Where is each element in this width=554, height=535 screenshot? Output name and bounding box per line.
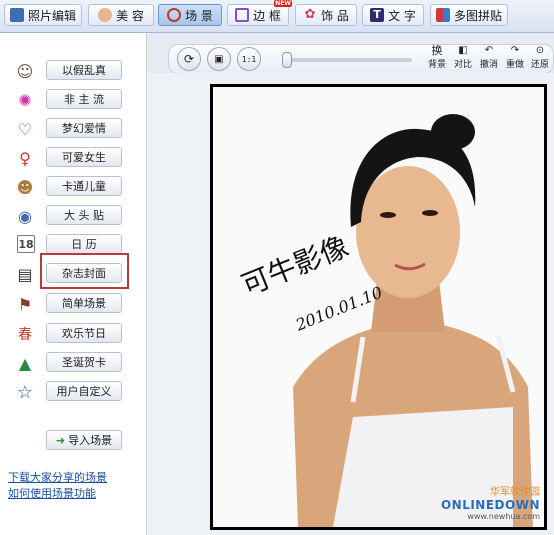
photo-preview[interactable]: 可牛影像 2010.01.10 华军软件园 ONLINEDOWN www.new… (210, 84, 547, 530)
compare-button[interactable]: ◧ 对比 (451, 45, 475, 73)
undo-icon: ↶ (484, 45, 494, 56)
zoom-slider-track[interactable] (288, 58, 412, 62)
tab-scene[interactable]: 场 景 (158, 4, 222, 26)
monitor-icon: ▣ (214, 53, 224, 65)
reset-label: 还原 (530, 60, 549, 70)
watermark-line-1: 华军软件园 (490, 487, 540, 498)
sidebar-item-christmas[interactable]: ▲ 圣诞贺卡 (0, 350, 146, 376)
scene-icon (167, 8, 182, 22)
magazine-icon: ▤ (17, 264, 33, 284)
rotate-icon: ⟳ (183, 52, 195, 66)
text-icon: T (370, 8, 385, 22)
top-tab-bar: 照片编辑 美 容 场 景 边 框 NEW ✿ 饰 品 T 文 字 多图拼贴 (0, 0, 554, 33)
tab-label: 饰 品 (321, 8, 349, 23)
star-icon: ☆ (16, 381, 34, 403)
redo-button[interactable]: ↷ 重做 (503, 45, 527, 73)
sidebar-button[interactable]: 可爱女生 (46, 147, 122, 167)
sidebar-button[interactable]: 卡通儿童 (46, 176, 122, 196)
watermark-line-2: ONLINEDOWN (440, 498, 540, 512)
sidebar-item-nonmainstream[interactable]: ✺ 非 主 流 (0, 87, 146, 113)
swap-label: 换 (431, 44, 443, 57)
swap-background-button[interactable]: 换 背景 (425, 45, 449, 73)
compare-icon: ◧ (458, 45, 468, 56)
actual-size-icon: 1:1 (241, 54, 257, 64)
sidebar-item-festival[interactable]: 春 欢乐节日 (0, 321, 146, 347)
tab-photo-edit[interactable]: 照片编辑 (4, 4, 82, 26)
nonmainstream-icon: ✺ (18, 90, 32, 110)
fit-screen-button[interactable]: ▣ (207, 47, 231, 71)
how-to-use-link[interactable]: 如何使用场景功能 (8, 486, 107, 502)
heart-icon: ♡ (17, 119, 33, 139)
sidebar-button[interactable]: 梦幻爱情 (46, 118, 122, 138)
undo-label: 撤消 (479, 60, 498, 70)
sidebar-button[interactable]: 圣诞贺卡 (46, 352, 122, 372)
calendar-icon: 18 (17, 235, 35, 253)
undo-button[interactable]: ↶ 撤消 (477, 45, 501, 73)
sidebar-button[interactable]: 用户自定义 (46, 381, 122, 401)
zoom-slider-thumb[interactable] (282, 52, 292, 68)
tab-label: 多图拼贴 (453, 8, 502, 23)
tab-accessories[interactable]: ✿ 饰 品 (295, 4, 357, 26)
swap-sub-label: 背景 (427, 60, 446, 70)
christmas-tree-icon: ▲ (18, 353, 32, 373)
redo-icon: ↷ (510, 45, 520, 56)
sidebar-button[interactable]: 非 主 流 (46, 89, 122, 109)
tab-text[interactable]: T 文 字 (362, 4, 424, 26)
collage-icon (435, 8, 450, 22)
photo-image: 可牛影像 2010.01.10 华军软件园 ONLINEDOWN www.new… (213, 87, 544, 527)
rotate-button[interactable]: ⟳ (177, 47, 201, 71)
redo-label: 重做 (505, 60, 524, 70)
bow-icon: ✿ (304, 7, 316, 22)
cute-girl-icon: ♀ (19, 148, 31, 168)
frame-icon (235, 8, 250, 22)
sidebar-item-simple-scene[interactable]: ⚑ 简单场景 (0, 291, 146, 317)
realistic-icon: ☺ (16, 61, 34, 81)
sidebar-item-big-head[interactable]: ◉ 大 头 贴 (0, 203, 146, 229)
beauty-face-icon (98, 8, 113, 22)
tab-label: 文 字 (388, 8, 416, 23)
big-head-icon: ◉ (18, 206, 32, 226)
photo-edit-icon (9, 8, 24, 22)
portrait-illustration (293, 114, 533, 527)
tab-label: 美 容 (116, 8, 144, 23)
sidebar-item-cute-girl[interactable]: ♀ 可爱女生 (0, 145, 146, 171)
import-icon: ➜ (55, 433, 66, 447)
help-links: 下载大家分享的场景 如何使用场景功能 (8, 470, 107, 502)
cartoon-kid-icon: ☻ (16, 177, 34, 197)
reset-button[interactable]: ⊙ 还原 (528, 45, 552, 73)
actual-size-button[interactable]: 1:1 (237, 47, 261, 71)
watermark: 华军软件园 ONLINEDOWN www.newhua.com (441, 483, 540, 521)
sidebar-item-realistic[interactable]: ☺ 以假乱真 (0, 58, 146, 84)
reset-icon: ⊙ (535, 45, 545, 56)
sidebar-item-custom[interactable]: ☆ 用户自定义 (0, 379, 146, 405)
sidebar-button[interactable]: 大 头 贴 (46, 205, 122, 225)
import-scene-button[interactable]: ➜ 导入场景 (46, 430, 122, 450)
sidebar-button-selected[interactable]: 简单场景 (46, 293, 122, 313)
tab-collage[interactable]: 多图拼贴 (430, 4, 508, 26)
tab-beauty[interactable]: 美 容 (88, 4, 154, 26)
watermark-line-3: www.newhua.com (467, 512, 540, 521)
simple-scene-icon: ⚑ (17, 294, 33, 314)
import-label: 导入场景 (68, 434, 113, 447)
tab-label: 场 景 (185, 8, 213, 23)
compare-label: 对比 (453, 60, 472, 70)
sidebar-item-cartoon-kids[interactable]: ☻ 卡通儿童 (0, 174, 146, 200)
download-scenes-link[interactable]: 下载大家分享的场景 (8, 470, 107, 486)
sidebar-button[interactable]: 欢乐节日 (46, 323, 122, 343)
new-badge: NEW (274, 0, 292, 7)
sidebar-item-love[interactable]: ♡ 梦幻爱情 (0, 116, 146, 142)
sidebar-button[interactable]: 以假乱真 (46, 60, 122, 80)
selected-item-highlight (40, 253, 129, 289)
tab-label: 照片编辑 (27, 8, 76, 23)
festival-icon: 春 (18, 327, 32, 343)
tab-frame[interactable]: 边 框 NEW (227, 0, 292, 26)
tab-label: 边 框 (253, 8, 281, 23)
sidebar-button[interactable]: 日 历 (46, 234, 122, 254)
